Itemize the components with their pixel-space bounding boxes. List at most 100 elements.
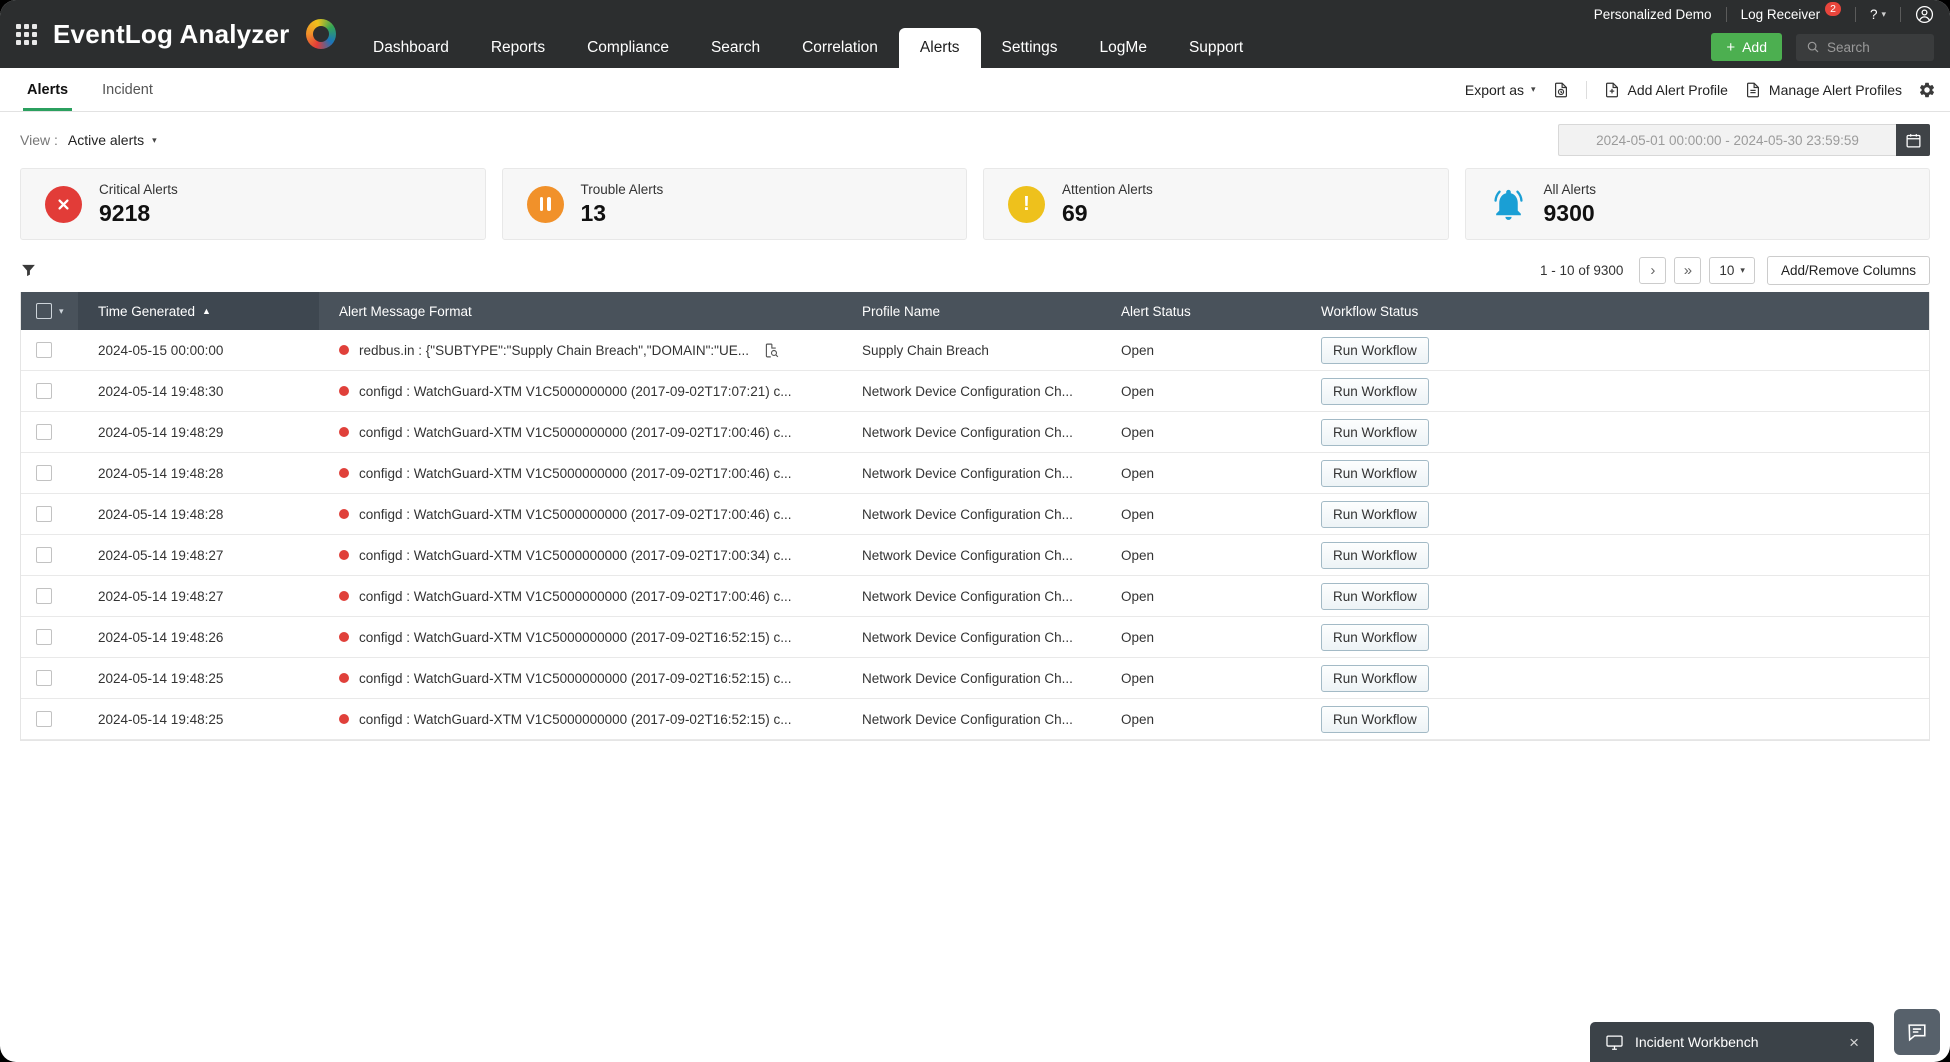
header-workflow-status[interactable]: Workflow Status bbox=[1301, 292, 1929, 330]
nav-logme[interactable]: LogMe bbox=[1079, 28, 1168, 68]
cell-status: Open bbox=[1101, 343, 1301, 358]
alert-message: configd : WatchGuard-XTM V1C5000000000 (… bbox=[359, 671, 792, 686]
feedback-chat-button[interactable] bbox=[1894, 1009, 1940, 1055]
user-avatar-icon[interactable] bbox=[1915, 5, 1934, 24]
run-workflow-button[interactable]: Run Workflow bbox=[1321, 583, 1429, 610]
cell-profile[interactable]: Network Device Configuration Ch... bbox=[842, 466, 1101, 481]
notification-badge: 2 bbox=[1825, 2, 1841, 17]
nav-search[interactable]: Search bbox=[690, 28, 781, 68]
add-button-label: Add bbox=[1742, 39, 1767, 55]
nav-reports[interactable]: Reports bbox=[470, 28, 566, 68]
header-time-generated[interactable]: Time Generated ▲ bbox=[78, 292, 319, 330]
nav-dashboard[interactable]: Dashboard bbox=[352, 28, 470, 68]
manage-alert-profiles-button[interactable]: Manage Alert Profiles bbox=[1744, 81, 1902, 99]
row-checkbox[interactable] bbox=[36, 465, 52, 481]
header-profile-name[interactable]: Profile Name bbox=[842, 292, 1101, 330]
add-button[interactable]: + Add bbox=[1711, 33, 1782, 61]
run-workflow-button[interactable]: Run Workflow bbox=[1321, 378, 1429, 405]
row-checkbox[interactable] bbox=[36, 506, 52, 522]
divider bbox=[1726, 7, 1727, 22]
chevron-right-icon: › bbox=[1650, 262, 1655, 279]
nav-compliance[interactable]: Compliance bbox=[566, 28, 690, 68]
run-workflow-button[interactable]: Run Workflow bbox=[1321, 542, 1429, 569]
row-checkbox[interactable] bbox=[36, 588, 52, 604]
stat-attention-alerts[interactable]: ! Attention Alerts 69 bbox=[983, 168, 1449, 240]
row-checkbox[interactable] bbox=[36, 424, 52, 440]
stat-trouble-alerts[interactable]: Trouble Alerts 13 bbox=[502, 168, 968, 240]
incident-workbench-bar[interactable]: Incident Workbench × bbox=[1590, 1022, 1874, 1062]
stat-all-alerts[interactable]: All Alerts 9300 bbox=[1465, 168, 1931, 240]
cell-profile[interactable]: Network Device Configuration Ch... bbox=[842, 712, 1101, 727]
export-schedule-icon[interactable] bbox=[1552, 81, 1570, 99]
cell-profile[interactable]: Network Device Configuration Ch... bbox=[842, 507, 1101, 522]
table-row: 2024-05-14 19:48:25 configd : WatchGuard… bbox=[21, 699, 1929, 740]
log-receiver-link[interactable]: Log Receiver 2 bbox=[1741, 7, 1841, 22]
tab-incident[interactable]: Incident bbox=[85, 68, 170, 111]
nav-correlation[interactable]: Correlation bbox=[781, 28, 899, 68]
critical-icon bbox=[45, 186, 82, 223]
alert-message: configd : WatchGuard-XTM V1C5000000000 (… bbox=[359, 425, 792, 440]
run-workflow-button[interactable]: Run Workflow bbox=[1321, 665, 1429, 692]
cell-profile[interactable]: Network Device Configuration Ch... bbox=[842, 630, 1101, 645]
close-icon[interactable]: × bbox=[1849, 1034, 1859, 1051]
tab-alerts[interactable]: Alerts bbox=[10, 68, 85, 111]
header-alert-status[interactable]: Alert Status bbox=[1101, 292, 1301, 330]
nav-settings[interactable]: Settings bbox=[981, 28, 1079, 68]
chevron-down-icon[interactable]: ▾ bbox=[59, 306, 64, 317]
view-raw-log-icon[interactable] bbox=[763, 342, 780, 359]
last-page-button[interactable]: » bbox=[1674, 257, 1701, 284]
run-workflow-button[interactable]: Run Workflow bbox=[1321, 337, 1429, 364]
cell-profile[interactable]: Network Device Configuration Ch... bbox=[842, 589, 1101, 604]
cell-profile[interactable]: Network Device Configuration Ch... bbox=[842, 671, 1101, 686]
help-button[interactable]: ? ▾ bbox=[1870, 7, 1886, 22]
date-range-value: 2024-05-01 00:00:00 - 2024-05-30 23:59:5… bbox=[1558, 124, 1896, 156]
stat-critical-alerts[interactable]: Critical Alerts 9218 bbox=[20, 168, 486, 240]
settings-gear-icon[interactable] bbox=[1918, 81, 1936, 99]
chevron-double-right-icon: » bbox=[1684, 262, 1692, 279]
run-workflow-button[interactable]: Run Workflow bbox=[1321, 460, 1429, 487]
filter-icon[interactable] bbox=[20, 262, 37, 279]
view-row: View : Active alerts ▾ 2024-05-01 00:00:… bbox=[0, 112, 1950, 168]
run-workflow-button[interactable]: Run Workflow bbox=[1321, 419, 1429, 446]
search-input[interactable] bbox=[1827, 40, 1923, 55]
row-checkbox[interactable] bbox=[36, 670, 52, 686]
chat-bubble-icon bbox=[1906, 1021, 1928, 1043]
nav-support[interactable]: Support bbox=[1168, 28, 1264, 68]
header-alert-message-format[interactable]: Alert Message Format bbox=[319, 292, 842, 330]
page-size-value: 10 bbox=[1719, 263, 1734, 278]
add-alert-profile-button[interactable]: Add Alert Profile bbox=[1603, 81, 1728, 99]
cell-profile[interactable]: Network Device Configuration Ch... bbox=[842, 548, 1101, 563]
select-all-checkbox[interactable] bbox=[36, 303, 52, 319]
document-plus-icon bbox=[1603, 81, 1621, 99]
next-page-button[interactable]: › bbox=[1639, 257, 1666, 284]
run-workflow-button[interactable]: Run Workflow bbox=[1321, 501, 1429, 528]
cell-profile[interactable]: Supply Chain Breach bbox=[842, 343, 1101, 358]
export-as-label: Export as bbox=[1465, 82, 1524, 98]
cell-status: Open bbox=[1101, 384, 1301, 399]
cell-time: 2024-05-14 19:48:28 bbox=[78, 466, 319, 481]
view-dropdown[interactable]: Active alerts ▾ bbox=[68, 132, 157, 148]
nav-alerts[interactable]: Alerts bbox=[899, 28, 981, 68]
row-checkbox[interactable] bbox=[36, 383, 52, 399]
row-checkbox[interactable] bbox=[36, 711, 52, 727]
topbar: EventLog Analyzer Personalized Demo Log … bbox=[0, 0, 1950, 68]
row-checkbox[interactable] bbox=[36, 547, 52, 563]
calendar-icon[interactable] bbox=[1896, 124, 1930, 156]
date-range-picker[interactable]: 2024-05-01 00:00:00 - 2024-05-30 23:59:5… bbox=[1558, 124, 1930, 156]
row-checkbox[interactable] bbox=[36, 629, 52, 645]
sort-asc-icon: ▲ bbox=[202, 306, 211, 316]
table-row: 2024-05-14 19:48:28 configd : WatchGuard… bbox=[21, 494, 1929, 535]
add-remove-columns-button[interactable]: Add/Remove Columns bbox=[1767, 256, 1930, 285]
cell-time: 2024-05-14 19:48:30 bbox=[78, 384, 319, 399]
row-checkbox[interactable] bbox=[36, 342, 52, 358]
page-size-dropdown[interactable]: 10 ▾ bbox=[1709, 257, 1755, 284]
cell-profile[interactable]: Network Device Configuration Ch... bbox=[842, 384, 1101, 399]
run-workflow-button[interactable]: Run Workflow bbox=[1321, 624, 1429, 651]
export-as-dropdown[interactable]: Export as ▾ bbox=[1465, 82, 1536, 98]
alert-message: configd : WatchGuard-XTM V1C5000000000 (… bbox=[359, 548, 792, 563]
run-workflow-button[interactable]: Run Workflow bbox=[1321, 706, 1429, 733]
apps-grid-icon[interactable] bbox=[16, 24, 37, 45]
header-search[interactable] bbox=[1796, 34, 1934, 61]
cell-profile[interactable]: Network Device Configuration Ch... bbox=[842, 425, 1101, 440]
cell-status: Open bbox=[1101, 671, 1301, 686]
